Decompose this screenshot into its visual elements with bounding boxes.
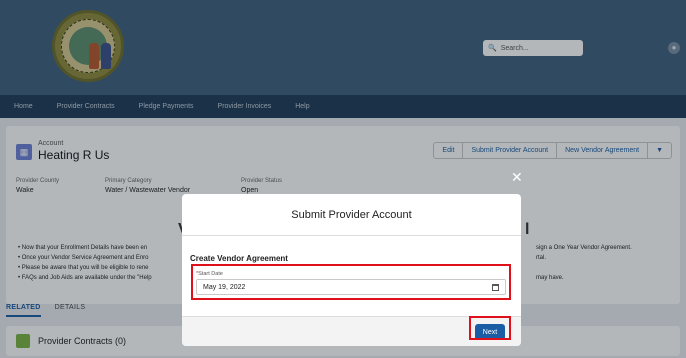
start-date-highlight-box xyxy=(191,264,511,300)
modal-title: Submit Provider Account xyxy=(182,194,521,236)
section-title: Create Vendor Agreement xyxy=(190,254,288,263)
close-icon[interactable]: ✕ xyxy=(511,170,523,184)
next-button-highlight-box xyxy=(469,316,511,340)
